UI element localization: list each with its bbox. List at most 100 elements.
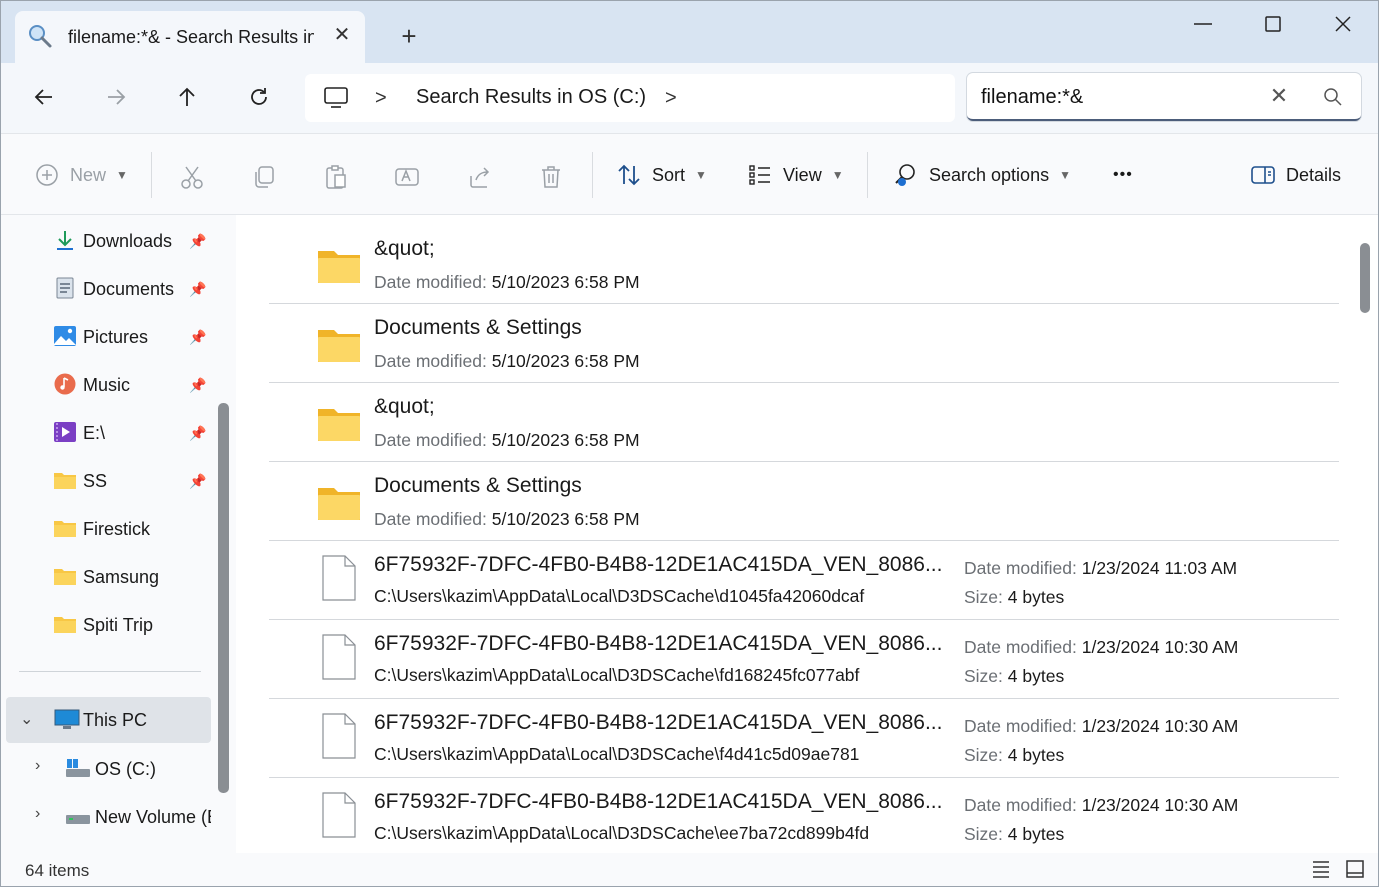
pin-icon[interactable]: 📌 xyxy=(189,233,206,250)
list-item[interactable]: 6F75932F-7DFC-4FB0-B4B8-12DE1AC415DA_VEN… xyxy=(269,699,1339,778)
pin-icon[interactable]: 📌 xyxy=(189,425,206,442)
sidebar-item-spiti-trip[interactable]: Spiti Trip xyxy=(1,605,211,645)
sidebar-item-e-drive[interactable]: E:\ 📌 xyxy=(1,413,211,453)
item-date: Date modified: 1/23/2024 10:30 AM xyxy=(964,795,1239,815)
copy-icon[interactable] xyxy=(251,164,277,190)
sidebar-item-pictures[interactable]: Pictures 📌 xyxy=(1,317,211,357)
sidebar-item-os-c[interactable]: › OS (C:) xyxy=(1,749,211,789)
minimize-button[interactable] xyxy=(1183,9,1223,39)
item-path: C:\Users\kazim\AppData\Local\D3DSCache\f… xyxy=(374,665,860,685)
close-tab-icon[interactable]: ✕ xyxy=(331,24,353,46)
list-item[interactable]: &quot; Date modified: 5/10/2023 6:58 PM xyxy=(269,383,1339,462)
close-window-button[interactable] xyxy=(1323,9,1363,39)
chevron-right-icon[interactable]: › xyxy=(35,757,40,775)
file-icon xyxy=(322,713,356,759)
drive-icon xyxy=(66,815,90,824)
new-button[interactable]: New ▼ xyxy=(34,160,128,190)
sidebar-scrollbar[interactable] xyxy=(218,403,229,793)
item-size: Size: 4 bytes xyxy=(964,587,1065,607)
new-tab-button[interactable]: + xyxy=(395,23,423,51)
divider xyxy=(19,671,201,672)
sidebar-item-label: Samsung xyxy=(83,567,160,587)
chevron-down-icon: ▼ xyxy=(116,168,128,182)
breadcrumb-end-chevron[interactable]: > xyxy=(665,87,677,110)
search-icon xyxy=(29,25,52,48)
chevron-right-icon[interactable]: › xyxy=(35,805,40,823)
up-button[interactable] xyxy=(169,79,205,115)
item-size: Size: 4 bytes xyxy=(964,824,1065,844)
breadcrumb-chevron[interactable]: > xyxy=(375,87,387,110)
refresh-button[interactable] xyxy=(241,79,277,115)
view-icon xyxy=(749,165,770,185)
delete-icon[interactable] xyxy=(538,164,564,190)
arrow-right-icon xyxy=(108,89,126,105)
pin-icon[interactable]: 📌 xyxy=(189,329,206,346)
more-options-button[interactable]: ••• xyxy=(1113,160,1133,190)
item-name: 6F75932F-7DFC-4FB0-B4B8-12DE1AC415DA_VEN… xyxy=(374,553,943,576)
list-item[interactable]: Documents & Settings Date modified: 5/10… xyxy=(269,304,1339,383)
details-view-icon[interactable] xyxy=(1311,859,1331,879)
paste-icon[interactable] xyxy=(323,164,349,190)
details-pane-icon xyxy=(1251,166,1275,184)
rename-icon[interactable] xyxy=(394,164,420,190)
list-item[interactable]: Documents & Settings Date modified: 5/10… xyxy=(269,462,1339,541)
maximize-button[interactable] xyxy=(1253,9,1293,39)
sort-button[interactable]: Sort ▼ xyxy=(616,160,707,190)
pin-icon[interactable]: 📌 xyxy=(189,473,206,490)
sidebar-item-new-volume[interactable]: › New Volume (E xyxy=(1,797,211,837)
item-size: Size: 4 bytes xyxy=(964,666,1065,686)
item-date: Date modified: 1/23/2024 10:30 AM xyxy=(964,716,1239,736)
plus-circle-icon xyxy=(36,164,58,186)
item-count: 64 items xyxy=(25,861,90,880)
navigation-bar: > Search Results in OS (C:) > ✕ xyxy=(1,63,1378,133)
item-name: &quot; xyxy=(374,395,435,418)
list-item[interactable]: 6F75932F-7DFC-4FB0-B4B8-12DE1AC415DA_VEN… xyxy=(269,541,1339,620)
list-item[interactable]: 6F75932F-7DFC-4FB0-B4B8-12DE1AC415DA_VEN… xyxy=(269,620,1339,699)
address-bar[interactable]: > Search Results in OS (C:) > xyxy=(305,74,955,122)
chevron-down-icon[interactable]: ⌄ xyxy=(20,709,33,729)
sidebar-item-label: New Volume (E xyxy=(95,807,211,827)
search-input[interactable] xyxy=(981,83,1251,111)
close-icon xyxy=(1335,16,1351,32)
sidebar-item-documents[interactable]: Documents 📌 xyxy=(1,269,211,309)
view-button[interactable]: View ▼ xyxy=(747,160,844,190)
item-name: Documents & Settings xyxy=(374,316,582,339)
file-icon xyxy=(322,634,356,680)
folder-icon xyxy=(318,330,360,362)
item-date: Date modified: 5/10/2023 6:58 PM xyxy=(374,509,640,529)
search-icon[interactable] xyxy=(1323,87,1343,107)
tiles-view-icon[interactable] xyxy=(1345,859,1365,879)
list-item[interactable]: &quot; Date modified: 5/10/2023 6:58 PM xyxy=(269,225,1339,304)
sidebar-item-firestick[interactable]: Firestick xyxy=(1,509,211,549)
item-date: Date modified: 1/23/2024 11:03 AM xyxy=(964,558,1238,578)
maximize-icon xyxy=(1265,16,1281,32)
pin-icon[interactable]: 📌 xyxy=(189,281,206,298)
sidebar-item-label: Firestick xyxy=(83,519,150,539)
share-icon[interactable] xyxy=(467,164,493,190)
clear-search-icon[interactable]: ✕ xyxy=(1267,84,1291,108)
item-date: Date modified: 5/10/2023 6:58 PM xyxy=(374,351,640,371)
search-options-button[interactable]: Search options ▼ xyxy=(893,160,1071,190)
sidebar-item-samsung[interactable]: Samsung xyxy=(1,557,211,597)
cut-icon[interactable] xyxy=(179,164,205,190)
search-box[interactable]: ✕ xyxy=(967,73,1361,121)
sidebar-item-label: SS xyxy=(83,471,108,491)
command-bar: New ▼ Sort ▼ View ▼ Search options ▼ ••• xyxy=(1,133,1378,215)
list-item[interactable]: 6F75932F-7DFC-4FB0-B4B8-12DE1AC415DA_VEN… xyxy=(269,778,1339,853)
breadcrumb[interactable]: Search Results in OS (C:) xyxy=(416,86,646,109)
divider xyxy=(867,152,868,198)
sidebar-item-ss[interactable]: SS 📌 xyxy=(1,461,211,501)
back-button[interactable] xyxy=(26,79,62,115)
file-explorer-window: filename:*& - Search Results in OS (C:) … xyxy=(0,0,1379,887)
sidebar-item-this-pc[interactable]: ⌄ This PC xyxy=(6,697,211,743)
forward-button[interactable] xyxy=(98,79,134,115)
sidebar-item-music[interactable]: Music 📌 xyxy=(1,365,211,405)
item-date: Date modified: 1/23/2024 10:30 AM xyxy=(964,637,1239,657)
content-scrollbar[interactable] xyxy=(1360,243,1370,313)
details-button[interactable]: Details xyxy=(1250,160,1341,190)
pin-icon[interactable]: 📌 xyxy=(189,377,206,394)
tab-search-results[interactable]: filename:*& - Search Results in OS (C:) … xyxy=(15,11,365,63)
file-icon xyxy=(322,555,356,601)
sidebar-item-downloads[interactable]: Downloads 📌 xyxy=(1,221,211,261)
folder-icon xyxy=(318,409,360,441)
